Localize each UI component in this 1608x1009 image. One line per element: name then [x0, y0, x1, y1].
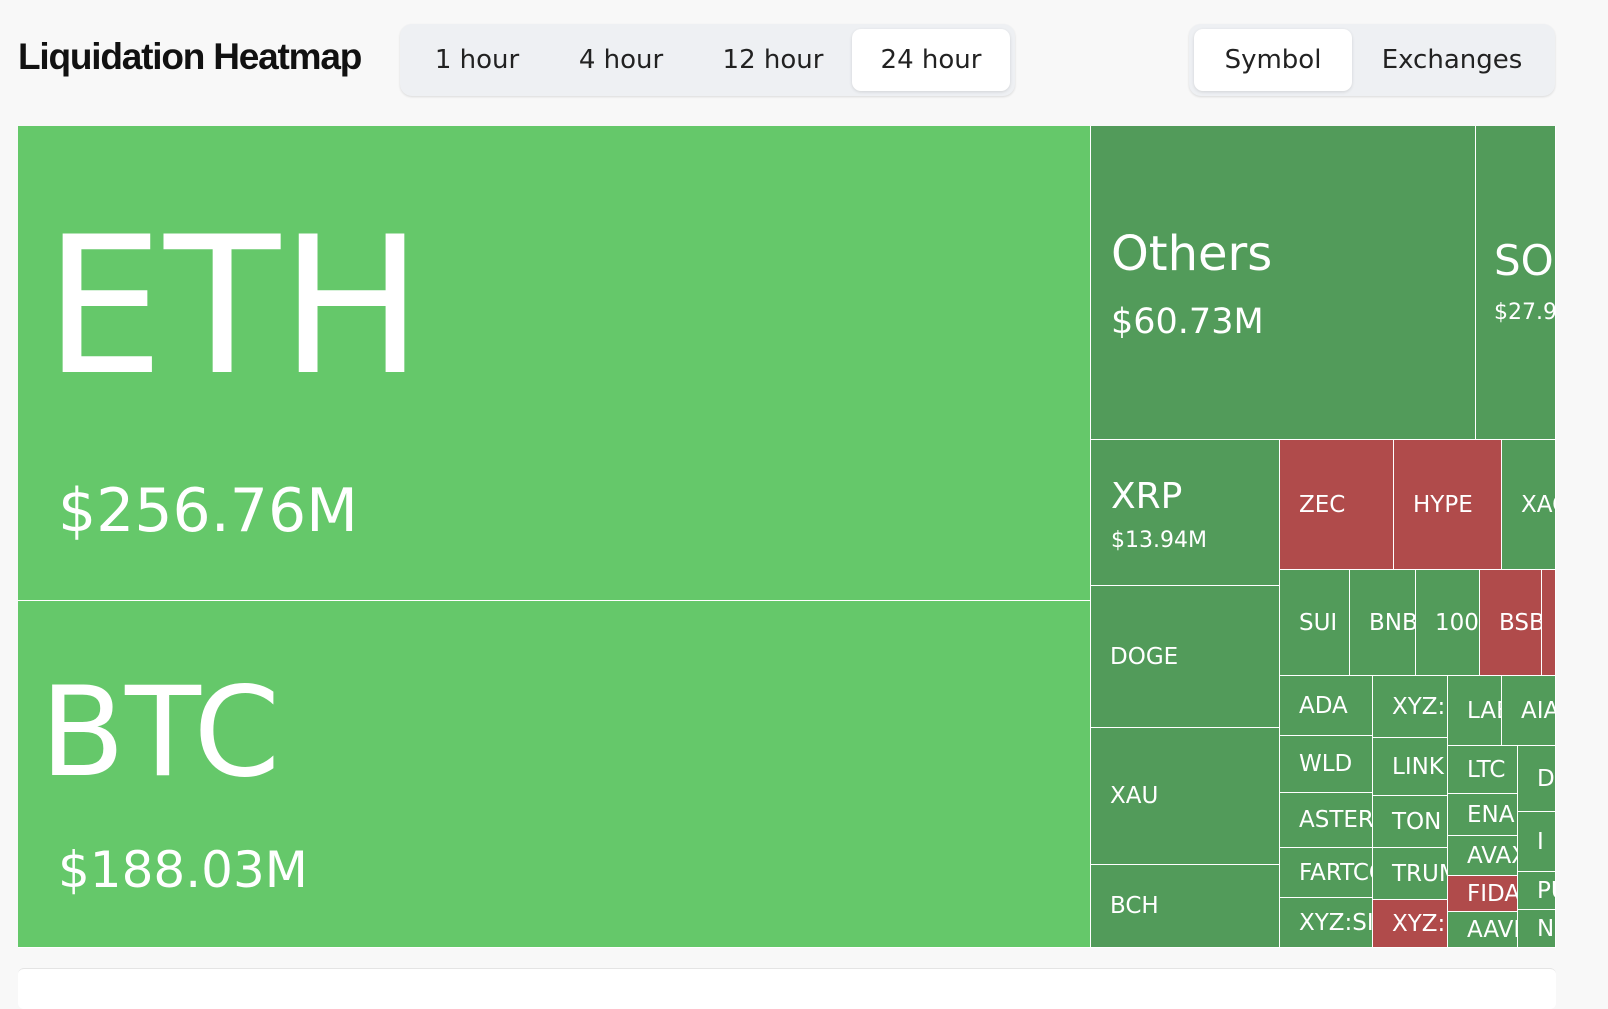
treemap-cell-bch[interactable]: BCH: [1091, 865, 1280, 948]
treemap-cell-fartco[interactable]: FARTCO: [1280, 848, 1373, 898]
time-range-tabs: 1 hour 4 hour 12 hour 24 hour: [400, 24, 1015, 96]
treemap-cell-ena[interactable]: ENA: [1448, 794, 1518, 836]
treemap-cell-avax[interactable]: AVAX: [1448, 836, 1518, 876]
cell-symbol: XYZ:SI: [1299, 909, 1373, 936]
bottom-panel-edge: [18, 968, 1556, 1009]
cell-value: $188.03M: [58, 841, 308, 899]
cell-symbol: WLD: [1299, 751, 1353, 777]
cell-symbol: BSB: [1499, 609, 1542, 636]
cell-symbol: Others: [1111, 226, 1273, 282]
cell-symbol: ZEC: [1299, 491, 1346, 518]
cell-symbol: LTC: [1467, 756, 1506, 783]
treemap-cell-red-sliver[interactable]: [1542, 570, 1556, 676]
treemap-cell-hype[interactable]: HYPE: [1394, 440, 1502, 570]
cell-symbol: TON: [1392, 808, 1442, 835]
treemap-cell-1000[interactable]: 1000: [1416, 570, 1480, 676]
treemap-cell-ltc[interactable]: LTC: [1448, 746, 1518, 794]
treemap-cell-d[interactable]: D: [1518, 746, 1556, 812]
cell-symbol: TRUMP: [1392, 860, 1447, 887]
cell-symbol: BTC: [40, 661, 281, 805]
cell-symbol: DOGE: [1110, 643, 1179, 670]
cell-symbol: HYPE: [1413, 491, 1473, 518]
cell-symbol: SUI: [1299, 609, 1338, 636]
tab-4-hour[interactable]: 4 hour: [556, 29, 686, 91]
cell-symbol: N: [1537, 915, 1555, 942]
treemap-cell-bnb[interactable]: BNB: [1350, 570, 1416, 676]
cell-symbol: AAVE: [1467, 916, 1517, 943]
cell-symbol: XRP: [1111, 476, 1183, 517]
treemap-cell-doge[interactable]: DOGE: [1091, 586, 1280, 728]
treemap-cell-eth[interactable]: ETH $256.76M: [18, 126, 1091, 601]
treemap-cell-xyz-si[interactable]: XYZ:SI: [1280, 898, 1373, 948]
cell-symbol: FIDA: [1467, 880, 1518, 907]
treemap-cell-aia[interactable]: AIA: [1502, 676, 1556, 746]
treemap-cell-xag[interactable]: XAG: [1502, 440, 1556, 570]
treemap-cell-trump[interactable]: TRUMP: [1373, 848, 1448, 900]
grouping-tabs: Symbol Exchanges: [1189, 24, 1555, 96]
treemap-cell-aster[interactable]: ASTER: [1280, 793, 1373, 848]
treemap-cell-fida[interactable]: FIDA: [1448, 876, 1518, 912]
tab-24-hour[interactable]: 24 hour: [852, 29, 1010, 91]
cell-symbol: ETH: [44, 196, 423, 417]
page-title: Liquidation Heatmap: [18, 36, 362, 77]
tab-1-hour[interactable]: 1 hour: [412, 29, 542, 91]
cell-value: $27.9: [1494, 300, 1556, 325]
cell-symbol: LINK: [1392, 753, 1444, 780]
cell-symbol: BNB: [1369, 609, 1416, 636]
treemap-cell-i[interactable]: I: [1518, 812, 1556, 872]
cell-symbol: LAB: [1467, 697, 1501, 724]
tab-exchanges[interactable]: Exchanges: [1361, 29, 1543, 91]
liquidation-treemap: ETH $256.76M BTC $188.03M Others $60.73M…: [18, 126, 1556, 948]
treemap-cell-ada[interactable]: ADA: [1280, 676, 1373, 736]
treemap-cell-ton[interactable]: TON: [1373, 796, 1448, 848]
tab-symbol[interactable]: Symbol: [1194, 29, 1352, 91]
cell-symbol: AVAX: [1467, 842, 1517, 869]
cell-symbol: AIA: [1521, 697, 1556, 724]
cell-symbol: ASTER: [1299, 807, 1373, 833]
cell-symbol: FARTCO: [1299, 859, 1372, 886]
cell-value: $60.73M: [1111, 302, 1264, 342]
cell-symbol: SOL: [1494, 236, 1555, 285]
cell-symbol: XAG: [1521, 491, 1555, 518]
treemap-cell-wld[interactable]: WLD: [1280, 736, 1373, 793]
treemap-cell-xau[interactable]: XAU: [1091, 728, 1280, 865]
treemap-cell-lab[interactable]: LAB: [1448, 676, 1502, 746]
cell-symbol: D: [1537, 765, 1555, 792]
treemap-cell-xyz-i[interactable]: XYZ:I: [1373, 676, 1448, 738]
tab-12-hour[interactable]: 12 hour: [703, 29, 843, 91]
treemap-cell-pu[interactable]: PU: [1518, 872, 1556, 910]
cell-symbol: XYZ:I: [1392, 693, 1448, 720]
treemap-cell-link[interactable]: LINK: [1373, 738, 1448, 796]
cell-symbol: BCH: [1110, 893, 1159, 919]
treemap-cell-others[interactable]: Others $60.73M: [1091, 126, 1476, 440]
cell-symbol: ADA: [1299, 692, 1348, 719]
cell-value: $256.76M: [58, 476, 358, 546]
cell-symbol: ENA: [1467, 801, 1515, 828]
cell-symbol: 1000: [1435, 609, 1479, 636]
cell-value: $13.94M: [1111, 528, 1207, 553]
treemap-cell-aave[interactable]: AAVE: [1448, 912, 1518, 948]
treemap-cell-n[interactable]: N: [1518, 910, 1556, 948]
treemap-cell-bsb[interactable]: BSB: [1480, 570, 1542, 676]
treemap-cell-zec[interactable]: ZEC: [1280, 440, 1394, 570]
cell-symbol: I: [1537, 828, 1544, 855]
treemap-cell-xyz-e[interactable]: XYZ:E: [1373, 900, 1448, 948]
treemap-cell-sui[interactable]: SUI: [1280, 570, 1350, 676]
cell-symbol: PU: [1537, 877, 1555, 904]
treemap-cell-sol[interactable]: SOL $27.9: [1476, 126, 1556, 440]
treemap-cell-xrp[interactable]: XRP $13.94M: [1091, 440, 1280, 586]
treemap-cell-btc[interactable]: BTC $188.03M: [18, 601, 1091, 948]
cell-symbol: XAU: [1110, 783, 1159, 809]
cell-symbol: XYZ:E: [1392, 910, 1447, 937]
